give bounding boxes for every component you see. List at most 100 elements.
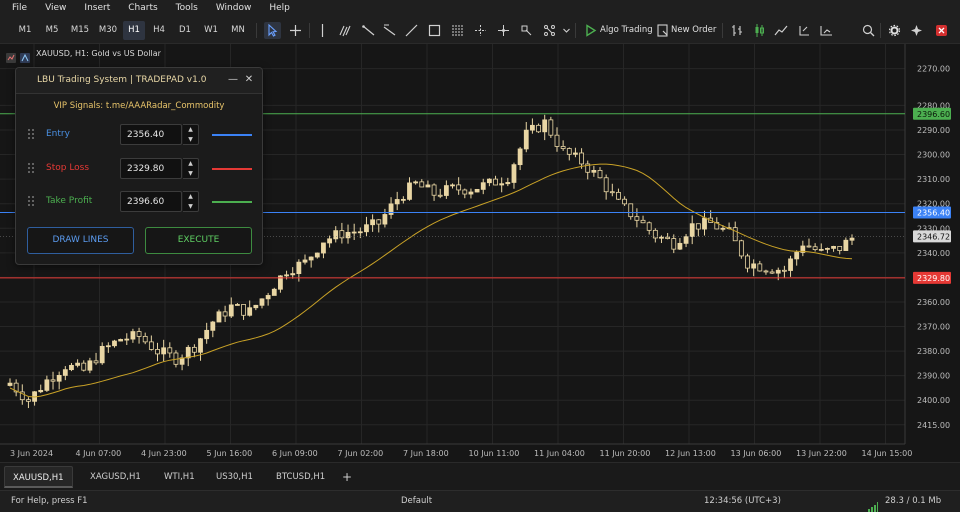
tab-xagusd[interactable]: XAGUSD,H1 — [82, 466, 149, 488]
stop-loss-input[interactable] — [120, 158, 182, 179]
text-tool-icon[interactable] — [472, 22, 489, 39]
zoom-in-icon[interactable] — [796, 22, 813, 39]
chevron-down-icon[interactable]: ▼ — [183, 202, 198, 212]
timeframe-m1[interactable]: M1 — [14, 21, 36, 40]
chevron-up-icon[interactable]: ▲ — [183, 159, 198, 169]
candle-body — [695, 223, 701, 230]
candle-body — [634, 216, 640, 221]
menu-charts[interactable]: Charts — [119, 0, 166, 17]
line-tool-icon[interactable] — [403, 22, 420, 39]
tradepad-header[interactable]: LBU Trading System | TRADEPAD v1.0 — ✕ — [16, 68, 262, 94]
tab-us30[interactable]: US30,H1 — [208, 466, 261, 488]
tradepad-panel[interactable]: LBU Trading System | TRADEPAD v1.0 — ✕ V… — [15, 67, 263, 265]
trend-channel-icon[interactable] — [337, 22, 354, 39]
candle-body — [849, 237, 855, 241]
entry-stepper[interactable]: ▲ ▼ — [183, 124, 199, 145]
take-profit-stepper[interactable]: ▲ ▼ — [183, 191, 199, 212]
tab-btcusd[interactable]: BTCUSD,H1 — [268, 466, 333, 488]
menu-help[interactable]: Help — [260, 0, 299, 17]
vertical-line-icon[interactable] — [314, 22, 331, 39]
drag-handle-icon[interactable] — [27, 195, 35, 207]
timeframe-h1[interactable]: H1 — [123, 21, 145, 40]
candle-body — [511, 164, 517, 183]
chevron-up-icon[interactable]: ▲ — [183, 125, 198, 135]
objects-icon[interactable] — [541, 22, 558, 39]
timeframe-m15[interactable]: M15 — [67, 21, 93, 40]
timeframe-h4[interactable]: H4 — [148, 21, 170, 40]
timeframe-mn[interactable]: MN — [226, 21, 250, 40]
chevron-down-icon[interactable]: ▼ — [183, 169, 198, 179]
candle-body — [118, 339, 124, 342]
chevron-up-icon[interactable]: ▲ — [183, 192, 198, 202]
gear-icon[interactable] — [886, 22, 903, 39]
chart-header: XAUUSD, H1: Gold vs US Dollar — [6, 46, 161, 63]
chevron-down-icon[interactable]: ▼ — [183, 135, 198, 145]
candle-body — [560, 146, 566, 149]
fibonacci-icon[interactable] — [449, 22, 466, 39]
time-axis: 3 Jun 2024 4 Jun 07:00 4 Jun 23:00 5 Jun 16… — [10, 449, 912, 458]
close-icon[interactable]: ✕ — [243, 74, 255, 86]
stop-loss-stepper[interactable]: ▲ ▼ — [183, 158, 199, 179]
tab-xauusd[interactable]: XAUUSD,H1 — [4, 466, 73, 488]
timeframe-m30[interactable]: M30 — [95, 21, 121, 40]
trendline-icon[interactable] — [360, 22, 377, 39]
minimize-icon[interactable]: — — [227, 74, 239, 86]
rectangle-icon[interactable] — [426, 22, 443, 39]
signal-icon[interactable] — [908, 22, 925, 39]
tab-wti[interactable]: WTI,H1 — [156, 466, 203, 488]
menu-file[interactable]: File — [3, 0, 36, 17]
new-order-button[interactable]: New Order — [671, 21, 716, 40]
timeframe-d1[interactable]: D1 — [174, 21, 196, 40]
candle-body — [548, 119, 554, 136]
crosshair-icon[interactable] — [287, 22, 304, 39]
candle-body — [142, 336, 148, 343]
chart-type-icon[interactable] — [20, 48, 30, 63]
candle-body — [775, 269, 781, 274]
menu-insert[interactable]: Insert — [75, 0, 119, 17]
candlestick-icon[interactable] — [751, 22, 768, 39]
profile-name[interactable]: Default — [401, 496, 432, 506]
candle-body — [407, 182, 412, 200]
candle-body — [794, 252, 800, 260]
take-profit-input[interactable] — [120, 191, 182, 212]
candle-body — [302, 259, 308, 263]
price-tick-label: 2270.00 — [917, 65, 950, 74]
execute-button[interactable]: EXECUTE — [145, 227, 252, 254]
candle-body — [69, 364, 74, 371]
notification-icon[interactable] — [933, 22, 950, 39]
drag-handle-icon[interactable] — [27, 128, 35, 140]
candle-body — [44, 379, 50, 391]
menu-tools[interactable]: Tools — [167, 0, 207, 17]
draw-lines-button[interactable]: DRAW LINES — [27, 227, 134, 254]
server-time: 12:34:56 (UTC+3) — [704, 496, 781, 506]
search-icon[interactable] — [860, 22, 877, 39]
bar-chart-icon[interactable] — [729, 22, 746, 39]
candle-body — [837, 245, 843, 251]
vip-signals-link[interactable]: VIP Signals: t.me/AAARadar_Commodity — [16, 101, 262, 111]
menu-window[interactable]: Window — [207, 0, 261, 17]
chevron-down-icon[interactable] — [558, 22, 570, 39]
entry-input[interactable] — [120, 124, 182, 145]
candle-body — [523, 129, 529, 150]
add-tab-button[interactable]: + — [334, 466, 360, 488]
timeframe-w1[interactable]: W1 — [200, 21, 222, 40]
shapes-icon[interactable] — [518, 22, 535, 39]
drag-handle-icon[interactable] — [27, 162, 35, 174]
candle-body — [333, 230, 339, 240]
line-chart-icon[interactable] — [773, 22, 790, 39]
cursor-icon[interactable] — [264, 22, 281, 39]
candle-body — [499, 183, 505, 186]
chart-shift-icon[interactable] — [818, 22, 835, 39]
candle-body — [652, 229, 658, 239]
chart-menu-icon[interactable] — [6, 48, 16, 63]
time-tick-label: 7 Jun 18:00 — [403, 449, 449, 458]
ray-icon[interactable] — [381, 22, 398, 39]
menu-view[interactable]: View — [36, 0, 75, 17]
candle-body — [628, 203, 634, 218]
time-tick-label: 4 Jun 23:00 — [141, 449, 187, 458]
candle-body — [364, 224, 369, 233]
algo-trading-button[interactable]: Algo Trading — [600, 21, 653, 40]
arrow-marker-icon[interactable] — [495, 22, 512, 39]
timeframe-m5[interactable]: M5 — [41, 21, 63, 40]
candle-body — [112, 340, 117, 347]
